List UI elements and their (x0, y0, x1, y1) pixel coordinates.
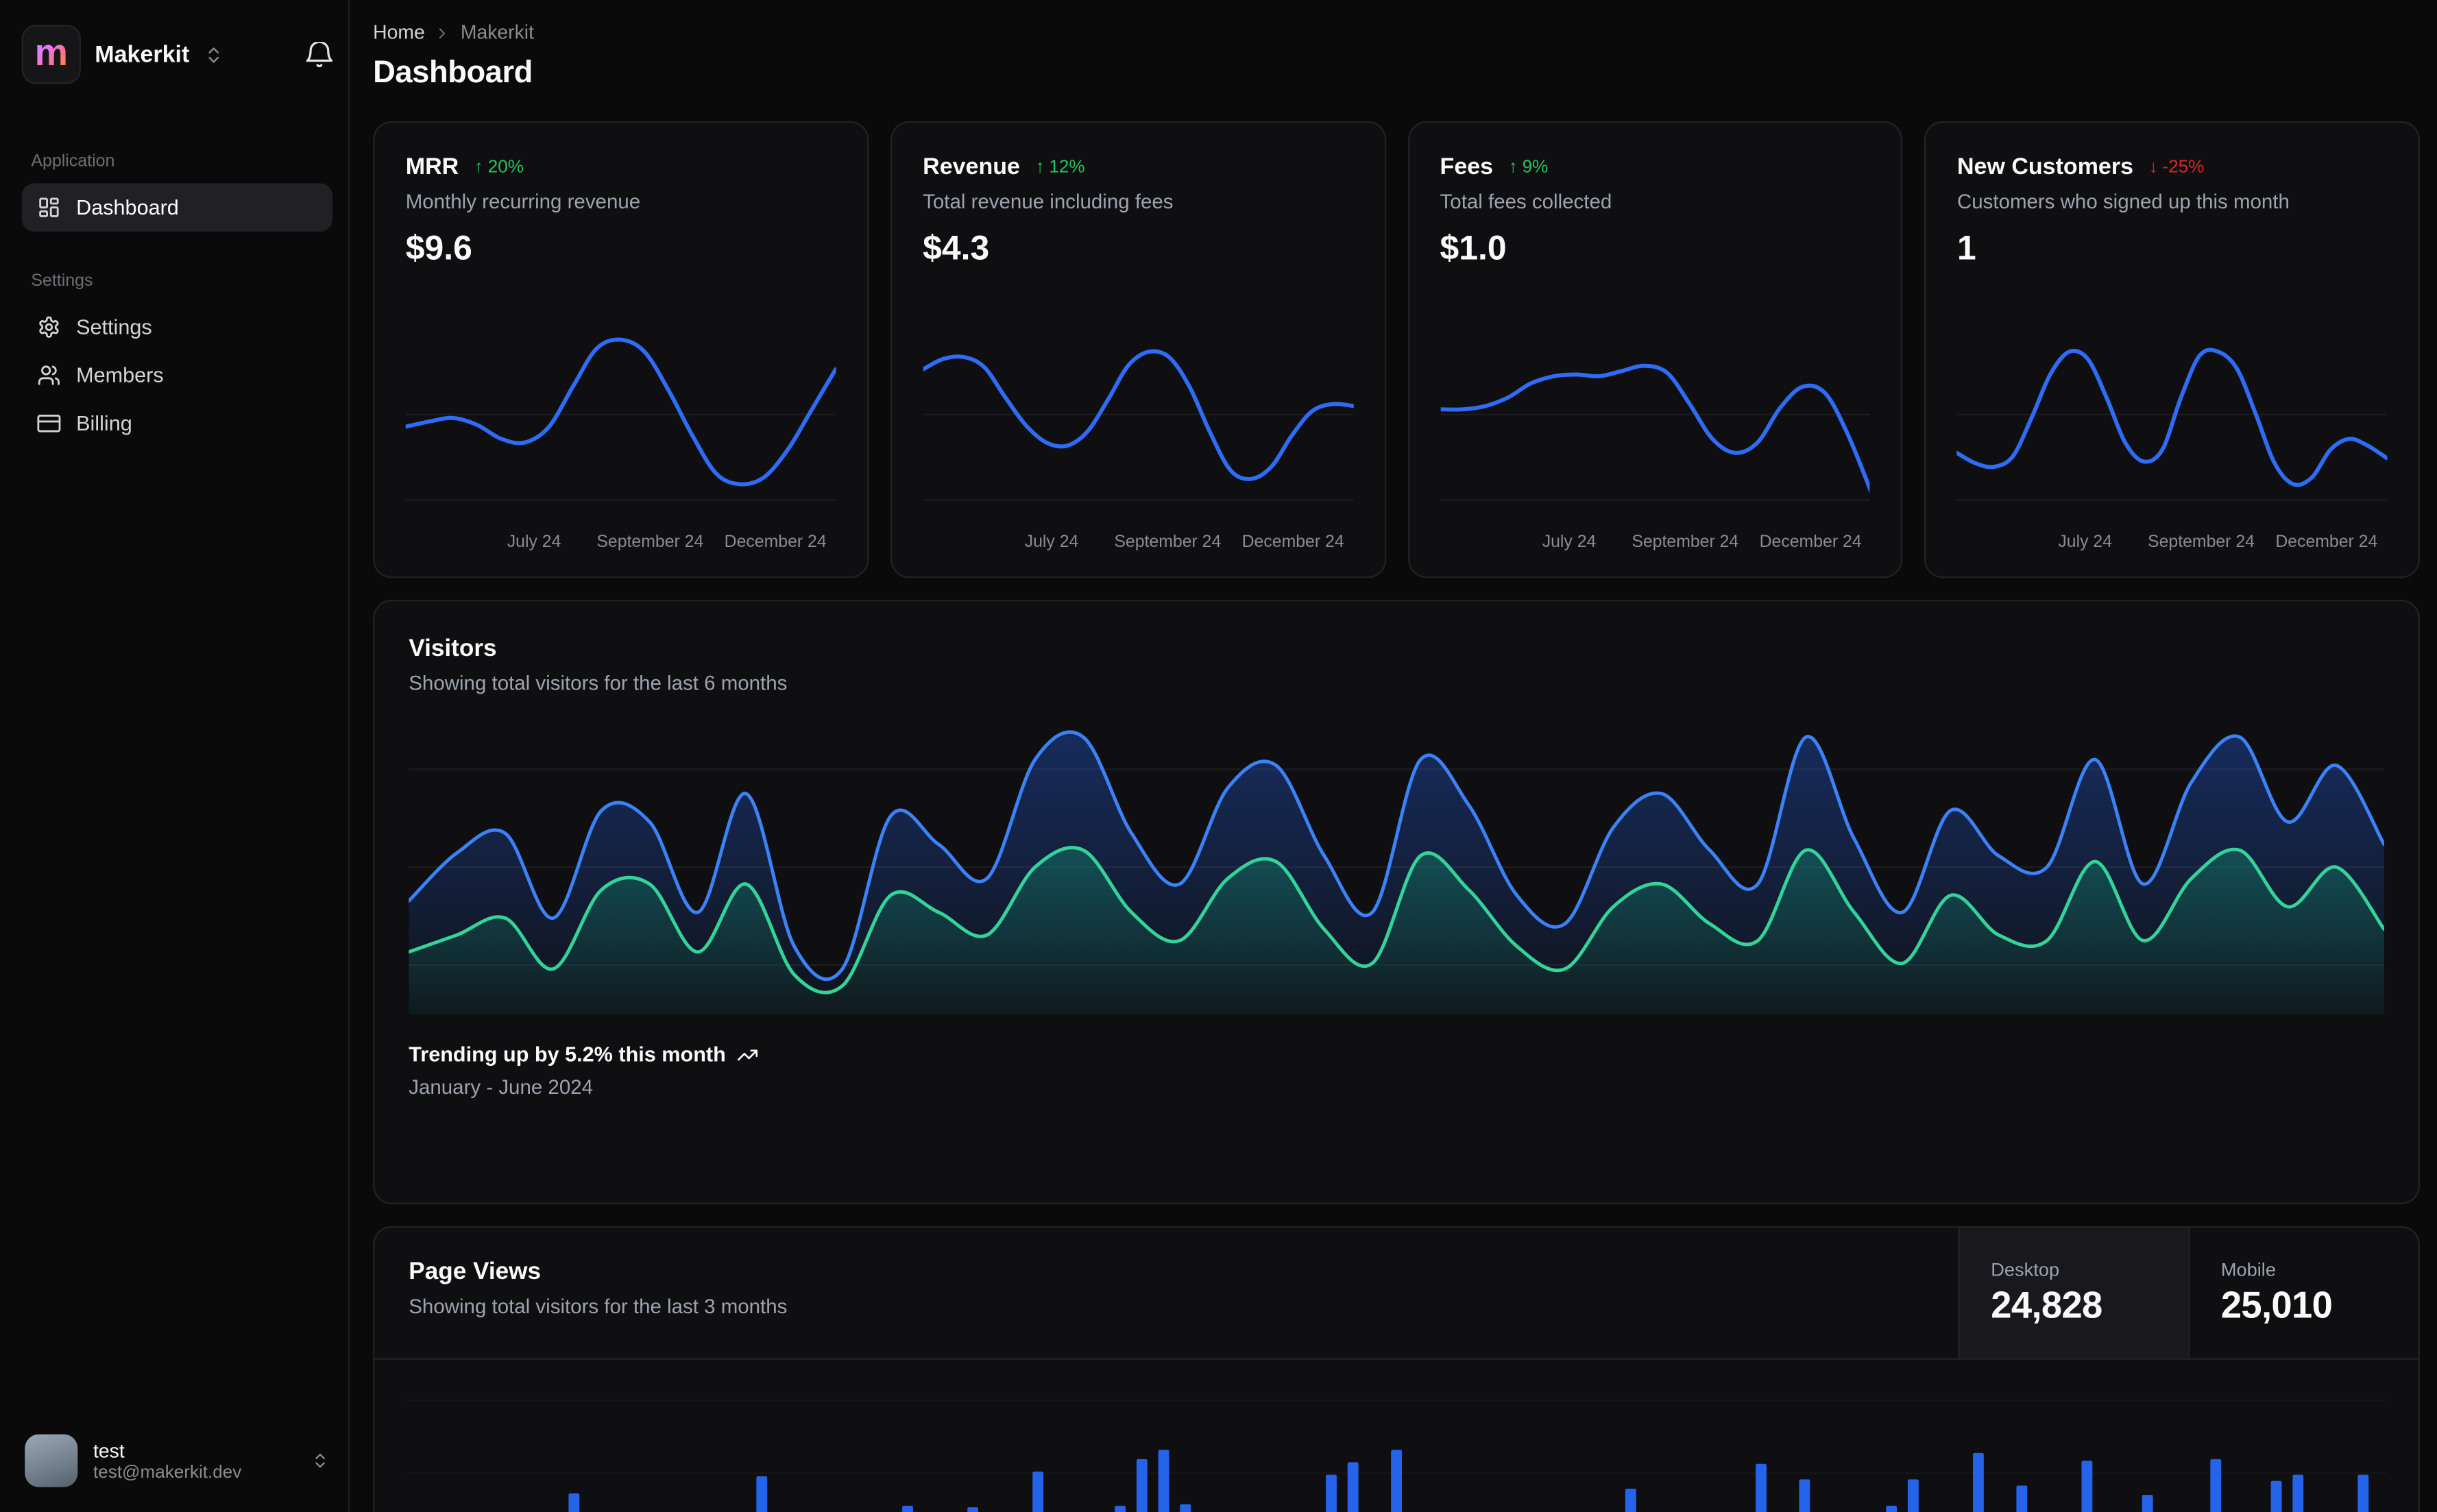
sidebar-item-label: Settings (76, 315, 152, 339)
trend-badge: ↑ 20% (474, 158, 524, 177)
sidebar-item-settings[interactable]: Settings (22, 303, 332, 351)
fees-sparkline-chart: July 24 September 24 December 24 (1440, 363, 1871, 551)
visitors-card: Visitors Showing total visitors for the … (373, 600, 2421, 1205)
sidebar-item-label: Dashboard (76, 195, 179, 219)
page-title: Dashboard (373, 56, 533, 90)
page-views-chart-area (405, 1360, 2388, 1512)
customers-sparkline-chart: July 24 September 24 December 24 (1956, 347, 2388, 551)
arrow-up-icon: ↑ (1508, 158, 1518, 177)
sidebar: m Makerkit Application Dashboard Setting… (0, 0, 350, 1512)
arrow-up-icon: ↑ (474, 158, 483, 177)
visitors-title: Visitors (409, 635, 497, 662)
sidebar-item-label: Billing (76, 411, 132, 435)
stat-cards-row: MRR ↑ 20% Monthly recurring revenue $9.6 … (373, 121, 2421, 578)
stat-value: $4.3 (923, 228, 990, 267)
visitors-subtitle: Showing total visitors for the last 6 mo… (409, 671, 788, 695)
main-content: Home Makerkit Dashboard MRR ↑ 20% Monthly… (350, 0, 2437, 1512)
stat-value: 1 (1956, 228, 1976, 267)
svg-text:December 24: December 24 (2276, 532, 2378, 551)
svg-text:December 24: December 24 (725, 532, 827, 551)
section-label-settings: Settings (31, 271, 93, 291)
stat-card-fees: Fees ↑ 9% Total fees collected $1.0 July … (1407, 121, 1903, 578)
stat-name: Fees (1440, 154, 1494, 180)
credit-card-icon (37, 412, 61, 435)
stat-subtitle: Total revenue including fees (923, 189, 1174, 213)
trend-badge: ↑ 12% (1035, 158, 1085, 177)
sidebar-item-members[interactable]: Members (22, 351, 332, 399)
stat-card-new-customers: New Customers ↓ -25% Customers who signed… (1924, 121, 2421, 578)
stat-card-mrr: MRR ↑ 20% Monthly recurring revenue $9.6 … (373, 121, 869, 578)
svg-text:September 24: September 24 (1631, 532, 1738, 551)
avatar (25, 1434, 78, 1487)
page-views-subtitle: Showing total visitors for the last 3 mo… (409, 1294, 788, 1318)
chevrons-up-down-icon (204, 45, 223, 64)
user-email: test@makerkit.dev (93, 1463, 242, 1482)
user-menu[interactable]: test test@makerkit.dev (22, 1428, 332, 1493)
trending-up-icon (737, 1043, 759, 1065)
svg-text:September 24: September 24 (1114, 532, 1221, 551)
trend-badge: ↑ 9% (1508, 158, 1549, 177)
tab-label: Desktop (1991, 1258, 2060, 1280)
section-label-application: Application (31, 152, 115, 171)
svg-text:July 24: July 24 (507, 532, 561, 551)
breadcrumb-home-link[interactable]: Home (373, 22, 425, 44)
sidebar-item-dashboard[interactable]: Dashboard (21, 183, 333, 232)
page-views-title: Page Views (409, 1258, 542, 1285)
tab-label: Mobile (2220, 1258, 2276, 1280)
stat-name: MRR (405, 154, 459, 180)
svg-text:July 24: July 24 (1542, 532, 1596, 551)
arrow-up-icon: ↑ (1035, 158, 1045, 177)
svg-text:July 24: July 24 (1024, 532, 1078, 551)
gear-icon (37, 315, 60, 339)
page-views-card: Page Views Showing total visitors for th… (373, 1226, 2421, 1512)
visitors-area-chart (409, 730, 2384, 1015)
stat-subtitle: Customers who signed up this month (1956, 189, 2290, 213)
logo-letter: m (34, 32, 69, 75)
makerkit-logo: m (21, 25, 81, 84)
chevron-right-icon (434, 24, 451, 41)
svg-text:July 24: July 24 (2059, 532, 2113, 551)
stat-name: New Customers (1956, 154, 2134, 180)
arrow-down-icon: ↓ (2148, 158, 2158, 177)
stat-subtitle: Monthly recurring revenue (405, 189, 641, 213)
breadcrumb: Home Makerkit (373, 22, 2420, 44)
stat-subtitle: Total fees collected (1440, 189, 1612, 213)
tab-value: 25,010 (2220, 1284, 2333, 1327)
page-views-header: Page Views Showing total visitors for th… (374, 1228, 2418, 1360)
page-views-bar-chart (405, 1399, 2388, 1512)
app-window: m Makerkit Application Dashboard Setting… (0, 0, 2437, 1512)
svg-text:September 24: September 24 (2148, 532, 2255, 551)
chevrons-up-down-icon (311, 1452, 329, 1470)
mrr-sparkline-chart: July 24 September 24 December 24 (405, 337, 836, 551)
tab-desktop[interactable]: Desktop 24,828 (1958, 1228, 2189, 1358)
users-icon (37, 364, 60, 387)
dashboard-icon (37, 196, 60, 219)
stat-card-revenue: Revenue ↑ 12% Total revenue including fee… (890, 121, 1386, 578)
svg-text:December 24: December 24 (1758, 532, 1860, 551)
revenue-sparkline-chart: July 24 September 24 December 24 (923, 349, 1353, 551)
trend-badge: ↓ -25% (2148, 158, 2205, 177)
visitors-date-range: January - June 2024 (409, 1075, 594, 1099)
workspace-switcher[interactable]: m Makerkit (21, 25, 333, 84)
svg-text:December 24: December 24 (1241, 532, 1344, 551)
user-name: test (93, 1439, 125, 1462)
stat-name: Revenue (923, 154, 1020, 180)
svg-text:September 24: September 24 (596, 532, 703, 551)
notifications-bell-icon[interactable] (306, 41, 333, 68)
breadcrumb-current: Makerkit (460, 21, 534, 44)
workspace-name: Makerkit (95, 41, 190, 68)
sidebar-item-billing[interactable]: Billing (22, 400, 332, 448)
stat-value: $1.0 (1440, 228, 1507, 267)
visitors-trend-text: Trending up by 5.2% this month (409, 1042, 726, 1066)
stat-value: $9.6 (405, 228, 472, 267)
tab-value: 24,828 (1991, 1284, 2102, 1327)
tab-mobile[interactable]: Mobile 25,010 (2188, 1228, 2418, 1358)
sidebar-item-label: Members (76, 363, 164, 387)
